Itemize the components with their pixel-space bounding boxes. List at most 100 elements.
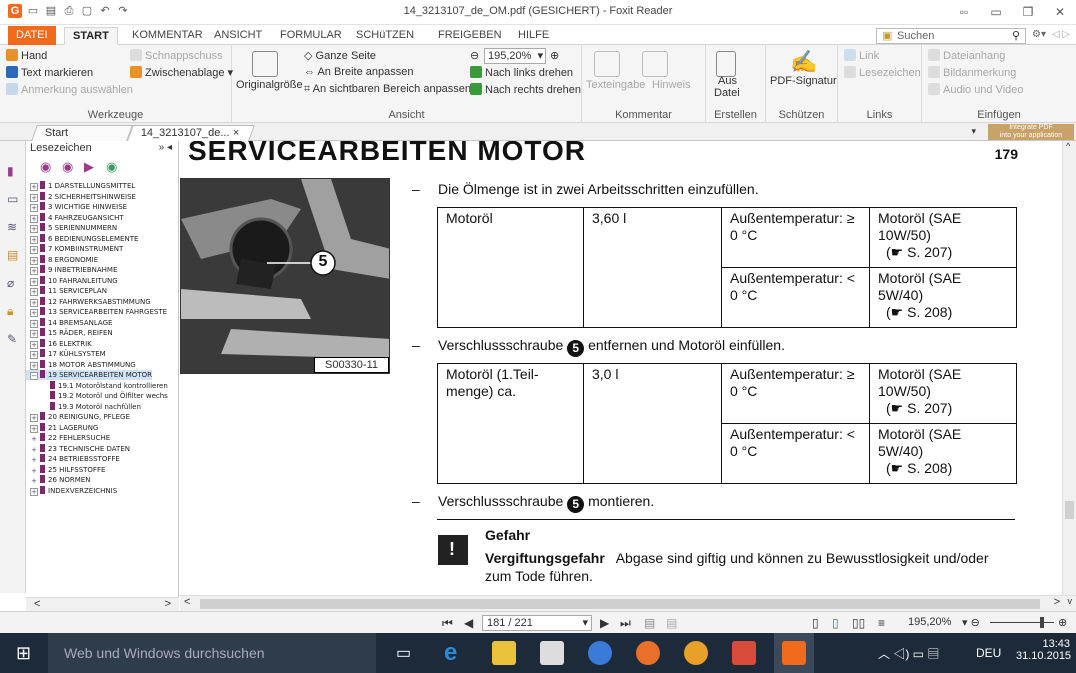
create-from-file-icon[interactable]: [716, 51, 736, 77]
note-button[interactable]: Hinweis: [652, 79, 691, 91]
task-view-icon[interactable]: ▭: [396, 643, 411, 663]
expand-icon[interactable]: +: [30, 487, 38, 496]
expand-icon[interactable]: +: [30, 424, 38, 433]
edge-icon[interactable]: e: [444, 641, 468, 665]
panel-collapse-icon[interactable]: » ◂: [159, 141, 172, 155]
expand-icon[interactable]: +: [30, 225, 38, 233]
prev-page-icon[interactable]: ◀: [464, 616, 473, 630]
typewriter-icon[interactable]: [594, 51, 620, 77]
goto-bookmark-icon[interactable]: ▶: [84, 159, 98, 174]
bookmark-item[interactable]: +26 NORMEN: [26, 475, 90, 485]
bookmark-item[interactable]: − 19 SERVICEARBEITEN MOTOR: [26, 370, 152, 380]
pdf-signature-button[interactable]: PDF-Signatur: [770, 75, 837, 87]
zoom-out-icon[interactable]: ⊖: [470, 49, 479, 62]
single-page-icon[interactable]: ▯: [812, 616, 819, 630]
page-ref[interactable]: (☛ S. 207): [878, 244, 1008, 261]
scroll-down-icon[interactable]: v: [1068, 596, 1073, 606]
rotate-right-button[interactable]: Nach rechts drehen: [470, 83, 581, 96]
expand-icon[interactable]: +: [30, 214, 38, 223]
nav-arrows-icon[interactable]: ◁ ▷: [1052, 29, 1070, 40]
last-page-icon[interactable]: ⏭: [620, 616, 631, 631]
bookmark-item[interactable]: +15 RÄDER, REIFEN: [26, 328, 113, 338]
bookmark-item[interactable]: +17 KÜHLSYSTEM: [26, 349, 106, 359]
page-number-input[interactable]: 181 / 221 ▾: [482, 615, 592, 631]
next-view-icon[interactable]: ▤: [666, 616, 677, 630]
tab-hilfe[interactable]: HILFE: [510, 27, 557, 45]
clipboard-button[interactable]: Zwischenablage ▾: [130, 66, 233, 79]
vertical-scrollbar[interactable]: ^: [1062, 141, 1076, 595]
actual-size-icon[interactable]: [252, 51, 278, 77]
zoom-slider-thumb[interactable]: [1040, 617, 1044, 628]
bookmark-item[interactable]: +24 BETRIEBSSTOFFE: [26, 454, 120, 464]
next-page-icon[interactable]: ▶: [600, 616, 609, 630]
fit-width-button[interactable]: ⇔ An Breite anpassen: [304, 66, 413, 78]
text-select-tool[interactable]: Text markieren: [6, 66, 93, 79]
scroll-up-icon[interactable]: ^: [1066, 141, 1070, 151]
expand-bookmark-icon[interactable]: ◉: [40, 159, 54, 174]
bookmark-item[interactable]: +8 ERGONOMIE: [26, 254, 98, 265]
expand-icon[interactable]: +: [30, 193, 38, 202]
bookmark-subitem[interactable]: 19.1 Motorölstand kontrollieren: [26, 380, 168, 391]
typewriter-button[interactable]: Texteingabe: [586, 79, 645, 91]
search-scope-icon[interactable]: ▣: [882, 29, 892, 42]
snapshot-tool[interactable]: Schnappschuss: [130, 49, 223, 62]
expand-icon[interactable]: +: [30, 330, 38, 338]
bookmark-item[interactable]: +7 KOMBIINSTRUMENT: [26, 244, 123, 254]
create-from-file-button[interactable]: Aus: [718, 75, 737, 87]
attachments-panel-icon[interactable]: ⌀: [7, 277, 20, 290]
tab-ansicht[interactable]: ANSICHT: [206, 27, 270, 45]
expand-icon[interactable]: [40, 402, 48, 410]
bookmark-subitem[interactable]: 19.3 Motoröl nachfüllen: [26, 401, 141, 412]
collapse-icon[interactable]: −: [30, 372, 38, 380]
foxit-taskbar-icon[interactable]: [774, 633, 814, 673]
expand-icon[interactable]: +: [30, 267, 38, 275]
pages-panel-icon[interactable]: ▭: [7, 193, 20, 206]
expand-icon[interactable]: +: [30, 319, 38, 328]
hand-tool[interactable]: Hand: [6, 49, 47, 62]
bookmark-item[interactable]: +2 SICHERHEITSHINWEISE: [26, 191, 136, 202]
horizontal-scrollbar[interactable]: < > v: [180, 595, 1076, 611]
signature-icon[interactable]: ✍: [790, 49, 817, 75]
tab-datei[interactable]: DATEI: [8, 26, 56, 45]
bookmark-options-icon[interactable]: ◉: [106, 159, 120, 174]
app-icon-blue[interactable]: [588, 641, 612, 665]
document-page[interactable]: SERVICEARBEITEN MOTOR 179 5 S00330-11 – …: [180, 141, 1062, 595]
page-ref[interactable]: (☛ S. 207): [878, 400, 1008, 417]
expand-icon[interactable]: +: [30, 309, 38, 317]
expand-icon[interactable]: +: [30, 361, 38, 370]
layers-panel-icon[interactable]: ≋: [7, 221, 20, 234]
expand-icon[interactable]: [40, 381, 48, 389]
search-icon[interactable]: ⚲: [1012, 29, 1020, 42]
tray-icons[interactable]: ︿ ◁) ▭ ▤: [878, 645, 939, 662]
zoom-in-icon[interactable]: ⊕: [1058, 616, 1067, 629]
bookmark-item[interactable]: +11 SERVICEPLAN: [26, 286, 107, 296]
bookmark-item[interactable]: + INDEXVERZEICHNIS: [26, 485, 117, 496]
expand-icon[interactable]: +: [30, 235, 38, 244]
bookmark-item[interactable]: +6 BEDIENUNGSELEMENTE: [26, 233, 138, 244]
expand-icon[interactable]: +: [30, 351, 38, 359]
zoom-in-icon[interactable]: ⊕: [550, 49, 559, 62]
expand-icon[interactable]: +: [30, 246, 38, 254]
bookmark-subitem[interactable]: 19.2 Motoröl und Ölfilter wechs: [26, 391, 168, 401]
bookmark-item[interactable]: +18 MOTOR ABSTIMMUNG: [26, 359, 136, 370]
bookmark-item[interactable]: +5 SERIENNUMMERN: [26, 223, 117, 233]
facing-page-icon[interactable]: ▯▯: [852, 616, 865, 630]
image-annotation-button[interactable]: Bildanmerkung: [928, 66, 1016, 79]
bookmark-item[interactable]: +25 HILFSSTOFFE: [26, 464, 105, 475]
store-icon[interactable]: [540, 641, 564, 665]
security-panel-icon[interactable]: 🔒︎: [7, 305, 20, 318]
actual-size-button[interactable]: Originalgröße: [236, 79, 303, 91]
ad-banner[interactable]: Integrate PDF into your application: [988, 124, 1074, 140]
expand-icon[interactable]: +: [30, 183, 38, 191]
bookmark-item[interactable]: +23 TECHNISCHE DATEN: [26, 443, 130, 454]
expand-icon[interactable]: +: [30, 414, 38, 422]
tab-kommentar[interactable]: KOMMENTAR: [124, 27, 211, 45]
signatures-panel-icon[interactable]: ✎: [7, 333, 20, 346]
bookmarks-panel-icon[interactable]: ▮: [7, 165, 20, 178]
search-input[interactable]: Suchen: [876, 28, 1026, 44]
tab-formular[interactable]: FORMULAR: [272, 27, 350, 45]
ribbon-options-icon[interactable]: ▫▫: [948, 0, 980, 24]
bookmark-item[interactable]: +3 WICHTIGE HINWEISE: [26, 202, 127, 212]
expand-icon[interactable]: +: [30, 256, 38, 265]
tab-list-icon[interactable]: ▾: [971, 126, 976, 137]
